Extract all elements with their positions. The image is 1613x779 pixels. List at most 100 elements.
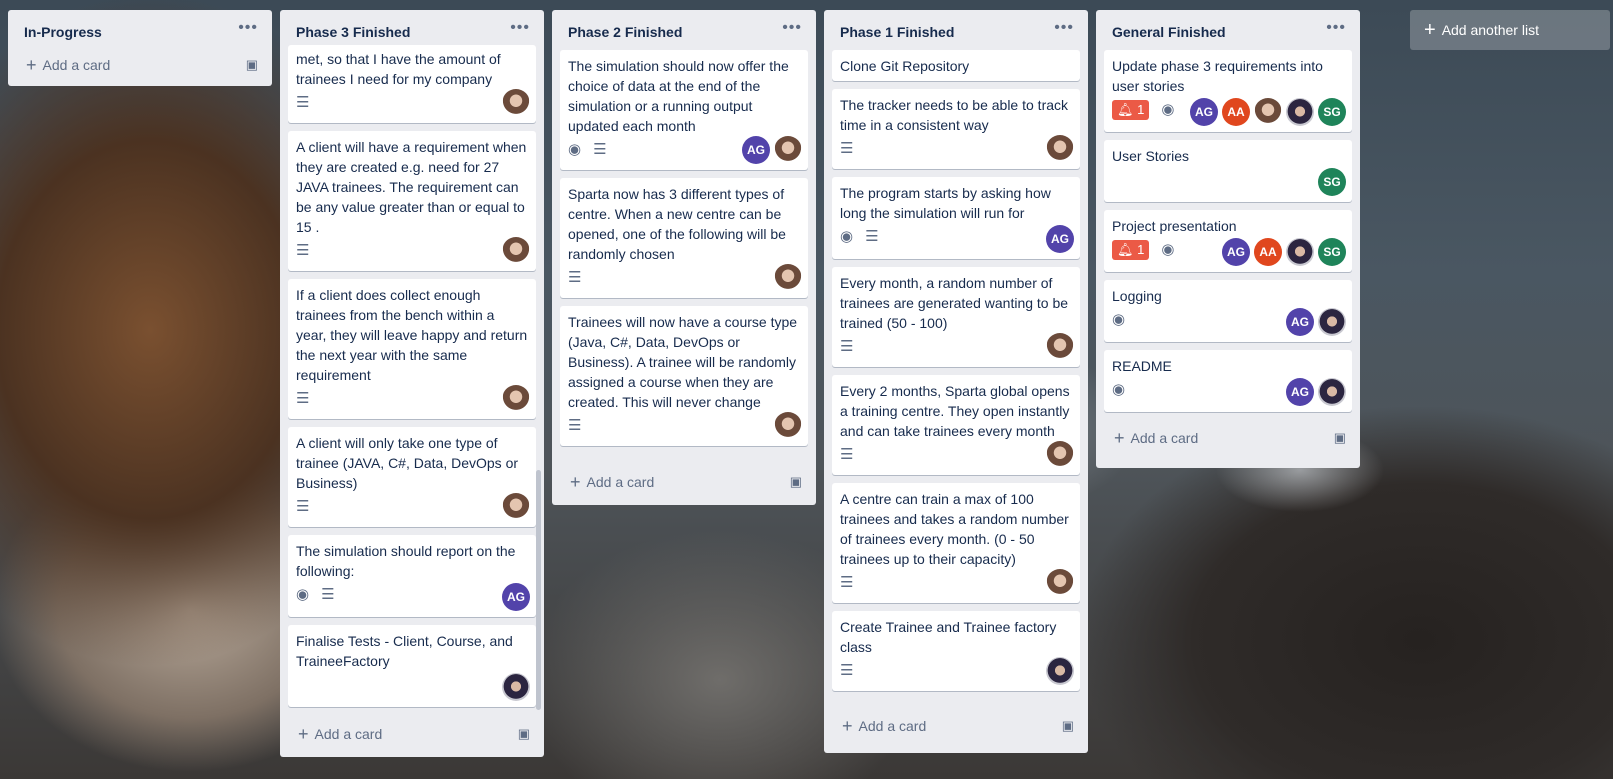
- card[interactable]: met, so that I have the amount of traine…: [288, 45, 536, 123]
- description-icon: ☰: [321, 586, 335, 603]
- card-badges: ◉ ☰: [296, 583, 528, 607]
- list-phase-1-finished: Phase 1 Finished ••• Clone Git Repositor…: [824, 10, 1088, 753]
- card[interactable]: Clone Git Repository: [832, 50, 1080, 81]
- card-template-icon[interactable]: ▣: [1062, 718, 1074, 734]
- avatar[interactable]: AG: [742, 136, 770, 164]
- card[interactable]: Create Trainee and Trainee factory class…: [832, 611, 1080, 691]
- card[interactable]: A centre can train a max of 100 trainees…: [832, 483, 1080, 603]
- avatar[interactable]: SG: [1318, 168, 1346, 196]
- avatar[interactable]: [774, 264, 802, 292]
- card-title: Logging: [1112, 288, 1162, 304]
- plus-icon: +: [1114, 428, 1125, 448]
- description-icon: ☰: [840, 662, 854, 679]
- more-horizontal-icon[interactable]: •••: [1326, 20, 1346, 36]
- card-members: SG: [1318, 168, 1346, 196]
- avatar[interactable]: AG: [1286, 308, 1314, 336]
- card[interactable]: Update phase 3 requirements into user st…: [1104, 50, 1352, 132]
- more-horizontal-icon[interactable]: •••: [510, 20, 530, 36]
- avatar[interactable]: [1318, 308, 1346, 336]
- avatar[interactable]: [1286, 238, 1314, 266]
- card-template-icon[interactable]: ▣: [246, 57, 258, 73]
- card[interactable]: README ◉ AG: [1104, 350, 1352, 412]
- card[interactable]: Project presentation 🔔︎ 1 ◉ AG AA SG: [1104, 210, 1352, 272]
- list-title[interactable]: Phase 1 Finished: [840, 24, 954, 40]
- card[interactable]: A client will have a requirement when th…: [288, 131, 536, 271]
- avatar[interactable]: [1046, 135, 1074, 163]
- avatar[interactable]: [1046, 333, 1074, 361]
- card[interactable]: If a client does collect enough trainees…: [288, 279, 536, 419]
- card-members: [502, 493, 530, 521]
- avatar[interactable]: [502, 493, 530, 521]
- card[interactable]: Finalise Tests - Client, Course, and Tra…: [288, 625, 536, 707]
- card-members: [1046, 135, 1074, 163]
- avatar[interactable]: AA: [1254, 238, 1282, 266]
- card-members: AG: [1286, 308, 1346, 336]
- add-card-button[interactable]: + Add a card ▣: [1104, 424, 1352, 452]
- card[interactable]: Every 2 months, Sparta global opens a tr…: [832, 375, 1080, 475]
- card[interactable]: Sparta now has 3 different types of cent…: [560, 178, 808, 298]
- avatar[interactable]: AG: [1286, 378, 1314, 406]
- avatar[interactable]: [1046, 441, 1074, 469]
- card[interactable]: Trainees will now have a course type (Ja…: [560, 306, 808, 446]
- list-title[interactable]: Phase 3 Finished: [296, 24, 410, 40]
- list-scrollbar[interactable]: [536, 470, 541, 710]
- add-card-label: Add a card: [1130, 430, 1199, 446]
- card[interactable]: The simulation should now offer the choi…: [560, 50, 808, 170]
- add-card-label: Add a card: [314, 726, 383, 742]
- add-card-button[interactable]: + Add a card ▣: [16, 51, 264, 79]
- card[interactable]: Every month, a random number of trainees…: [832, 267, 1080, 367]
- avatar[interactable]: [774, 412, 802, 440]
- plus-icon: +: [842, 716, 853, 736]
- description-icon: ☰: [296, 94, 310, 111]
- card-badges: ☰: [568, 266, 800, 290]
- avatar[interactable]: [1046, 657, 1074, 685]
- card-template-icon[interactable]: ▣: [518, 726, 530, 742]
- card-title: Trainees will now have a course type (Ja…: [568, 314, 798, 410]
- avatar[interactable]: [502, 385, 530, 413]
- avatar[interactable]: [1318, 378, 1346, 406]
- more-horizontal-icon[interactable]: •••: [1054, 20, 1074, 36]
- add-list-button[interactable]: + Add another list: [1410, 10, 1610, 50]
- card-template-icon[interactable]: ▣: [790, 474, 802, 490]
- card[interactable]: The tracker needs to be able to track ti…: [832, 89, 1080, 169]
- card-members: AG: [1286, 378, 1346, 406]
- add-card-button[interactable]: + Add a card ▣: [560, 468, 808, 496]
- add-card-button[interactable]: + Add a card ▣: [288, 720, 536, 748]
- list-header: Phase 1 Finished •••: [832, 10, 1080, 50]
- avatar[interactable]: [1286, 98, 1314, 126]
- card-badges: ☰: [296, 387, 528, 411]
- add-card-button[interactable]: + Add a card ▣: [832, 712, 1080, 740]
- card[interactable]: The program starts by asking how long th…: [832, 177, 1080, 259]
- list-title[interactable]: In-Progress: [24, 24, 102, 40]
- avatar[interactable]: AA: [1222, 98, 1250, 126]
- card-badges: ☰: [296, 239, 528, 263]
- card-members: AG AA SG: [1222, 238, 1346, 266]
- card-badges: ☰: [568, 414, 800, 438]
- avatar[interactable]: AG: [1190, 98, 1218, 126]
- list-header: Phase 2 Finished •••: [560, 10, 808, 50]
- list-title[interactable]: Phase 2 Finished: [568, 24, 682, 40]
- avatar[interactable]: [502, 237, 530, 265]
- avatar[interactable]: [502, 673, 530, 701]
- avatar[interactable]: SG: [1318, 238, 1346, 266]
- card-title: The simulation should report on the foll…: [296, 543, 516, 579]
- more-horizontal-icon[interactable]: •••: [238, 20, 258, 36]
- avatar[interactable]: [1046, 569, 1074, 597]
- avatar[interactable]: AG: [1046, 225, 1074, 253]
- avatar[interactable]: SG: [1318, 98, 1346, 126]
- plus-icon: +: [26, 55, 37, 75]
- more-horizontal-icon[interactable]: •••: [782, 20, 802, 36]
- avatar[interactable]: AG: [1222, 238, 1250, 266]
- card[interactable]: The simulation should report on the foll…: [288, 535, 536, 617]
- avatar[interactable]: [1254, 98, 1282, 126]
- card[interactable]: Logging ◉ AG: [1104, 280, 1352, 342]
- card-template-icon[interactable]: ▣: [1334, 430, 1346, 446]
- card-title: Every month, a random number of trainees…: [840, 275, 1069, 331]
- card[interactable]: A client will only take one type of trai…: [288, 427, 536, 527]
- avatar[interactable]: [774, 136, 802, 164]
- card[interactable]: User Stories SG: [1104, 140, 1352, 202]
- list-title[interactable]: General Finished: [1112, 24, 1226, 40]
- avatar[interactable]: AG: [502, 583, 530, 611]
- avatar[interactable]: [502, 89, 530, 117]
- card-badges: ☰: [296, 91, 528, 115]
